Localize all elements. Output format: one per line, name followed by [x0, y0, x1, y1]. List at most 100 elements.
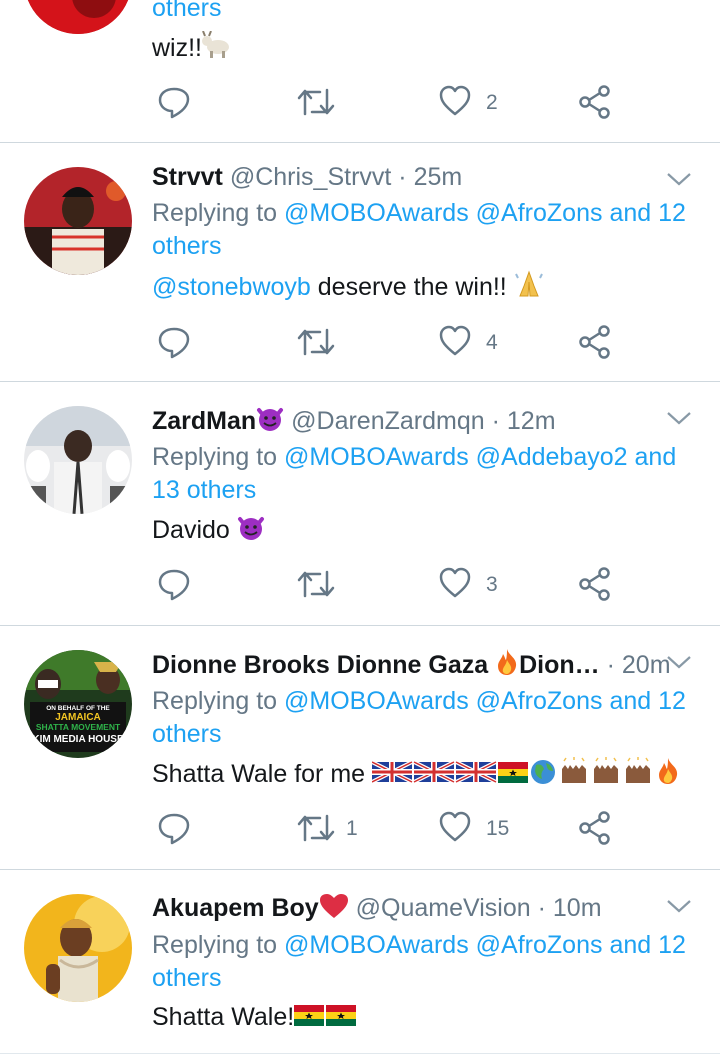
avatar[interactable]: [24, 167, 132, 275]
handle[interactable]: @Chris_Strvvt: [230, 163, 392, 191]
tweet-text: @stonebwoyb deserve the win!!: [152, 268, 544, 307]
replying-to-label: Replying to: [152, 443, 278, 471]
folded-hands-emoji: [514, 268, 544, 307]
reply-context-cont: 13 others: [152, 474, 256, 507]
retweet-icon[interactable]: [296, 84, 336, 124]
smiling-devil-emoji: [237, 513, 265, 550]
separator-dot: ·: [606, 651, 615, 679]
mention-link[interactable]: @Addebayo2: [476, 443, 628, 471]
reply-others-link[interactable]: and 12: [609, 931, 685, 959]
tweet-header: Strvvt @Chris_Strvvt · 25m: [152, 161, 462, 194]
tweet-text: Shatta Wale for me: [152, 757, 682, 794]
tweet-text-content: wiz!!: [152, 34, 202, 62]
chevron-down-icon[interactable]: [666, 898, 692, 914]
reply-context-cont: others: [152, 962, 221, 995]
share-icon[interactable]: [578, 566, 612, 606]
share-icon[interactable]: [578, 810, 612, 850]
tweet-text-content: Shatta Wale for me: [152, 760, 366, 788]
tweet-text-content: Davido: [152, 516, 230, 544]
share-icon[interactable]: [578, 324, 612, 364]
like-count: 4: [486, 331, 498, 354]
mention-link[interactable]: @AfroZons: [476, 931, 603, 959]
reply-context: Replying to @MOBOAwards @AfroZons and 12: [152, 197, 686, 230]
avatar-caption: ON BEHALF OF THE: [46, 705, 110, 712]
tweet-actions: 1 15: [152, 810, 632, 850]
display-name-overflow[interactable]: Dion…: [519, 651, 600, 679]
separator-dot: ·: [491, 407, 500, 435]
timestamp: 25m: [413, 163, 463, 191]
red-heart-emoji: [319, 893, 349, 928]
tweet[interactable]: ON BEHALF OF THE JAMAICA SHATTA MOVEMENT KI…: [0, 626, 720, 869]
avatar[interactable]: ON BEHALF OF THE JAMAICA SHATTA MOVEMENT KI…: [24, 650, 132, 758]
chevron-down-icon[interactable]: [666, 654, 692, 670]
reply-others-link[interactable]: and 12: [609, 199, 685, 227]
avatar[interactable]: [24, 0, 132, 34]
tweet-actions: 4: [152, 324, 632, 364]
reply-context: Replying to @MOBOAwards @AfroZons and 12: [152, 929, 686, 962]
mention-link[interactable]: @MOBOAwards: [284, 199, 469, 227]
tweet[interactable]: Strvvt @Chris_Strvvt · 25m Replying to @…: [0, 143, 720, 381]
tweet-text: wiz!!: [152, 30, 234, 68]
mention-link[interactable]: @AfroZons: [476, 687, 603, 715]
tweet-header: Akuapem Boy @QuameVision · 10m: [152, 892, 602, 928]
like-icon[interactable]: [438, 84, 472, 124]
avatar[interactable]: [24, 894, 132, 1002]
tweet-top[interactable]: others wiz!! 2: [0, 0, 720, 142]
reply-icon[interactable]: [156, 810, 192, 850]
share-icon[interactable]: [578, 84, 612, 124]
display-name[interactable]: Akuapem Boy: [152, 894, 319, 922]
avatar-caption: SHATTA MOVEMENT: [36, 722, 121, 732]
reply-icon[interactable]: [156, 566, 192, 606]
like-icon[interactable]: [438, 566, 472, 606]
handle[interactable]: @QuameVision: [356, 894, 531, 922]
chevron-down-icon[interactable]: [666, 171, 692, 187]
reply-others-link[interactable]: others: [152, 0, 221, 22]
tweet[interactable]: ZardMan @DarenZardmqn · 12m Replying to …: [0, 382, 720, 625]
goat-emoji: [202, 30, 234, 68]
tweet-header: Dionne Brooks Dionne Gaza Dion… · 20m: [152, 648, 671, 685]
tweet-header: ZardMan @DarenZardmqn · 12m: [152, 404, 556, 441]
mention-link[interactable]: @MOBOAwards: [284, 931, 469, 959]
display-name[interactable]: ZardMan: [152, 407, 256, 435]
reply-icon[interactable]: [156, 84, 192, 124]
reply-others-link[interactable]: others: [152, 720, 221, 748]
retweet-icon[interactable]: [296, 810, 336, 850]
timestamp: 12m: [506, 407, 556, 435]
display-name[interactable]: Dionne Brooks Dionne Gaza: [152, 651, 488, 679]
display-name[interactable]: Strvvt: [152, 163, 223, 191]
reply-others-link[interactable]: others: [152, 232, 221, 260]
like-icon[interactable]: [438, 324, 472, 364]
like-icon[interactable]: [438, 810, 472, 850]
tweet[interactable]: Akuapem Boy @QuameVision · 10m Replying …: [0, 870, 720, 1064]
retweet-icon[interactable]: [296, 566, 336, 606]
replying-to-label: Replying to: [152, 687, 278, 715]
reply-others-link[interactable]: 13 others: [152, 476, 256, 504]
retweet-icon[interactable]: [296, 324, 336, 364]
reply-others-link[interactable]: others: [152, 964, 221, 992]
divider: [0, 1053, 720, 1054]
reply-context: others: [152, 0, 221, 25]
tweet-text-content: Shatta Wale!: [152, 1003, 295, 1031]
like-count: 15: [486, 817, 510, 840]
replying-to-label: Replying to: [152, 199, 278, 227]
reply-context-cont: others: [152, 718, 221, 751]
mention-link[interactable]: @MOBOAwards: [284, 443, 469, 471]
tweet-text: Shatta Wale!: [152, 1001, 358, 1037]
separator-dot: ·: [537, 894, 546, 922]
mention-link[interactable]: @MOBOAwards: [284, 687, 469, 715]
retweet-count: 1: [346, 817, 358, 840]
mention-link[interactable]: @AfroZons: [476, 199, 603, 227]
emoji-sequence-icon: [371, 757, 682, 794]
reply-others-link[interactable]: and: [635, 443, 677, 471]
reply-others-link[interactable]: and 12: [609, 687, 685, 715]
tweet-actions: 2: [152, 84, 632, 124]
avatar-caption: KIM MEDIA HOUSE: [32, 734, 124, 745]
like-count: 2: [486, 91, 498, 114]
chevron-down-icon[interactable]: [666, 410, 692, 426]
tweet-actions: 3: [152, 566, 632, 606]
reply-icon[interactable]: [156, 324, 192, 364]
mention-link[interactable]: @stonebwoyb: [152, 273, 311, 301]
like-count: 3: [486, 573, 498, 596]
handle[interactable]: @DarenZardmqn: [291, 407, 485, 435]
avatar[interactable]: [24, 406, 132, 514]
